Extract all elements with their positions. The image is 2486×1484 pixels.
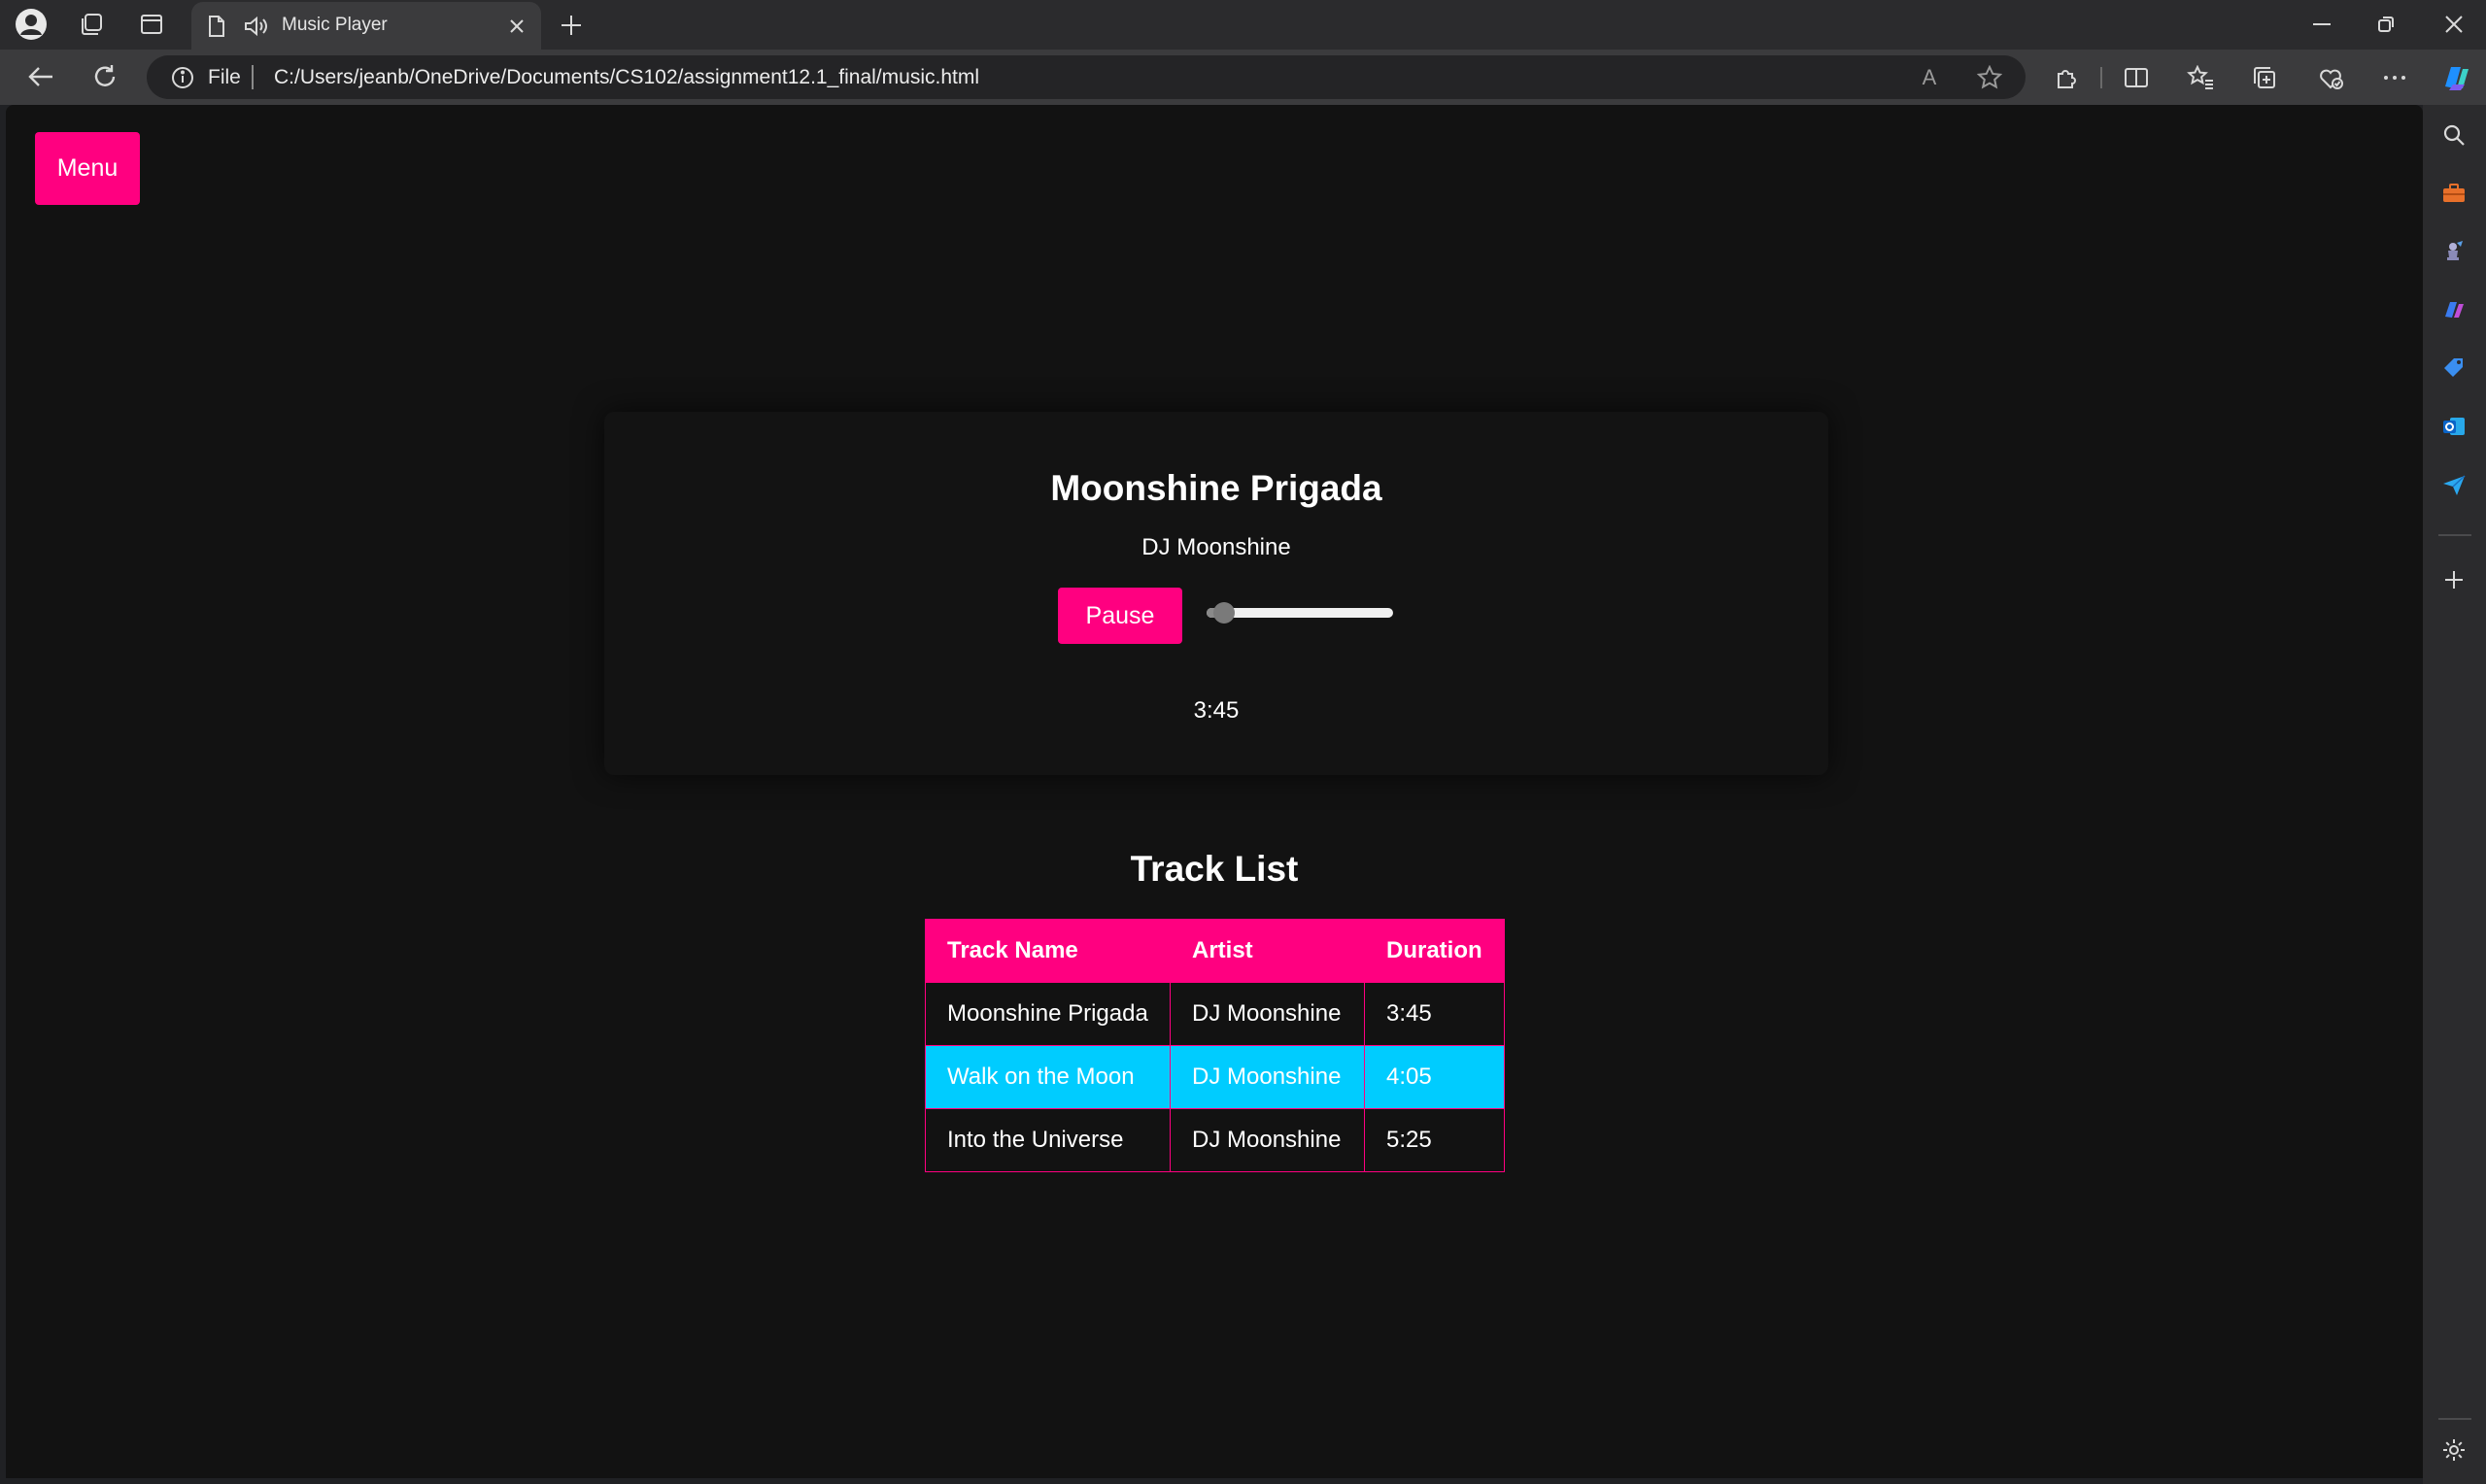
track-duration-cell: 3:45 <box>1364 982 1505 1046</box>
close-tab-icon[interactable] <box>504 14 529 39</box>
progress-thumb[interactable] <box>1213 602 1235 624</box>
minimize-icon[interactable] <box>2302 8 2341 41</box>
track-artist-cell: DJ Moonshine <box>1170 1045 1365 1109</box>
send-icon[interactable] <box>2436 468 2471 501</box>
read-aloud-icon[interactable]: A <box>1913 63 1946 92</box>
track-table: Track Name Artist Duration Moonshine Pri… <box>925 919 1505 1172</box>
header-artist: Artist <box>1170 919 1365 983</box>
favorite-star-icon[interactable] <box>1973 63 2006 92</box>
tools-icon[interactable] <box>2436 177 2471 210</box>
page-icon <box>205 14 228 39</box>
url-text[interactable]: C:/Users/jeanb/OneDrive/Documents/CS102/… <box>274 66 979 89</box>
copilot-sidebar-icon[interactable] <box>2436 293 2471 326</box>
shopping-icon[interactable] <box>2436 352 2471 385</box>
info-icon[interactable] <box>170 65 195 90</box>
sidebar-divider <box>2438 534 2471 536</box>
table-row[interactable]: Moonshine Prigada DJ Moonshine 3:45 <box>925 982 1505 1046</box>
collections-icon[interactable] <box>2246 61 2283 94</box>
back-icon[interactable] <box>21 59 60 94</box>
progress-slider[interactable] <box>1207 602 1393 624</box>
copilot-icon[interactable] <box>2436 59 2475 96</box>
address-bar[interactable]: File C:/Users/jeanb/OneDrive/Documents/C… <box>147 55 2026 99</box>
player-card: Moonshine Prigada DJ Moonshine Pause 3:4… <box>604 412 1828 775</box>
tracklist-heading: Track List <box>1130 849 1299 889</box>
edge-sidebar <box>2423 105 2486 1484</box>
track-name-cell: Into the Universe <box>925 1108 1171 1172</box>
track-duration-cell: 4:05 <box>1364 1045 1505 1109</box>
table-header-row: Track Name Artist Duration <box>925 919 1505 983</box>
menu-button[interactable]: Menu <box>35 132 140 205</box>
refresh-icon[interactable] <box>85 59 124 94</box>
table-row[interactable]: Walk on the Moon DJ Moonshine 4:05 <box>925 1045 1505 1109</box>
track-name-cell: Moonshine Prigada <box>925 982 1171 1046</box>
new-tab-icon[interactable] <box>556 10 587 41</box>
vertical-tabs-icon[interactable] <box>132 8 171 41</box>
search-icon[interactable] <box>2436 118 2471 152</box>
track-artist-cell: DJ Moonshine <box>1170 1108 1365 1172</box>
tab-bar: Music Player <box>0 0 2486 50</box>
header-track-name: Track Name <box>925 919 1171 983</box>
toolbar-divider <box>2100 67 2102 88</box>
pause-button[interactable]: Pause <box>1058 588 1182 644</box>
split-screen-icon[interactable] <box>2118 61 2155 94</box>
track-artist-cell: DJ Moonshine <box>1170 982 1365 1046</box>
favorites-icon[interactable] <box>2182 61 2219 94</box>
song-artist: DJ Moonshine <box>1141 534 1291 560</box>
table-row[interactable]: Into the Universe DJ Moonshine 5:25 <box>925 1108 1505 1172</box>
games-icon[interactable] <box>2436 235 2471 268</box>
browser-essentials-icon[interactable] <box>2312 61 2349 94</box>
sidebar-divider <box>2438 1418 2471 1420</box>
tab-music-player[interactable]: Music Player <box>191 2 541 50</box>
close-window-icon[interactable] <box>2435 8 2473 41</box>
speaker-icon[interactable] <box>242 14 271 39</box>
settings-gear-icon[interactable] <box>2436 1433 2471 1467</box>
read-aloud-label: A <box>1922 65 1937 89</box>
add-sidebar-icon[interactable] <box>2436 563 2471 596</box>
page-viewport: Menu Moonshine Prigada DJ Moonshine Paus… <box>6 105 2423 1478</box>
profile-icon[interactable] <box>12 8 51 41</box>
outlook-icon[interactable] <box>2436 410 2471 443</box>
workspaces-icon[interactable] <box>72 8 111 41</box>
track-duration-cell: 5:25 <box>1364 1108 1505 1172</box>
time-display: 3:45 <box>1193 697 1240 724</box>
url-scheme-label: File <box>208 66 241 88</box>
header-duration: Duration <box>1364 919 1505 983</box>
restore-icon[interactable] <box>2367 8 2405 41</box>
extensions-icon[interactable] <box>2048 61 2085 94</box>
tab-title: Music Player <box>282 15 388 35</box>
navigation-bar: File C:/Users/jeanb/OneDrive/Documents/C… <box>0 50 2486 105</box>
more-options-icon[interactable] <box>2376 61 2413 94</box>
url-separator <box>252 65 254 89</box>
track-name-cell: Walk on the Moon <box>925 1045 1171 1109</box>
song-title: Moonshine Prigada <box>1050 468 1382 508</box>
